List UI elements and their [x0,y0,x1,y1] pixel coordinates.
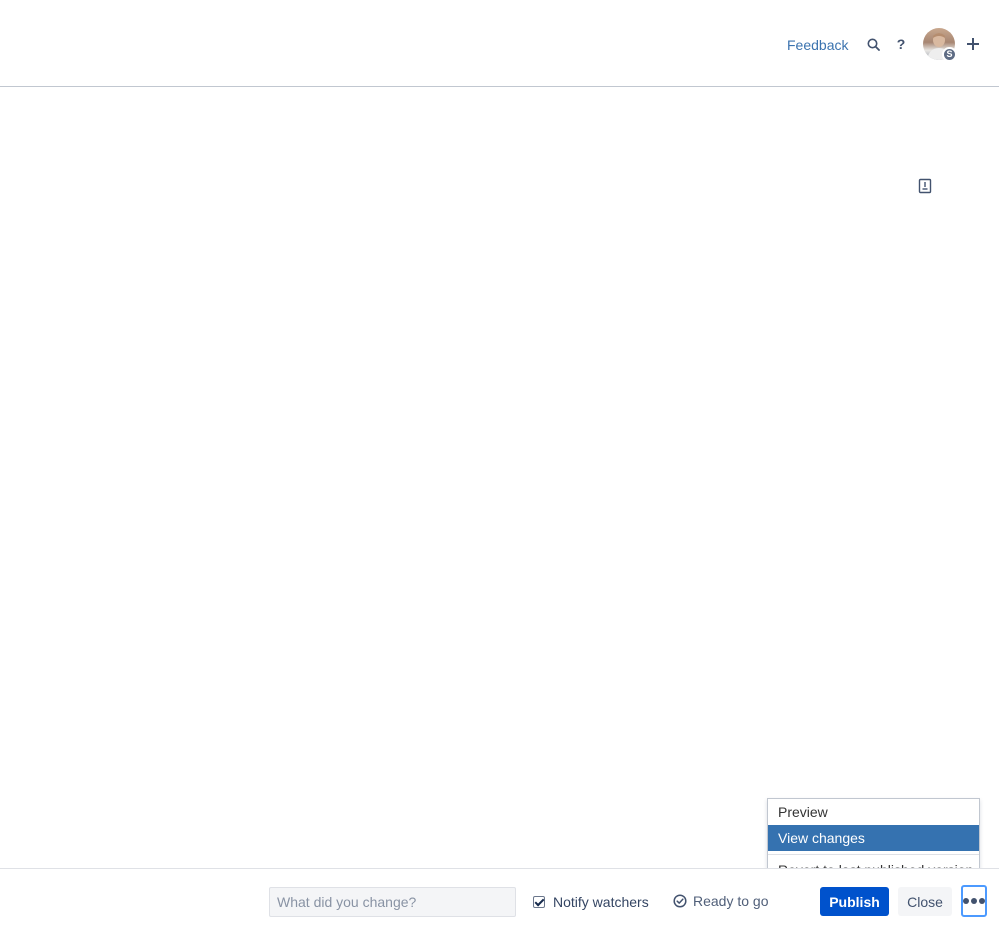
ellipsis-icon [971,898,977,904]
search-icon [867,38,880,51]
document-icon-graphic [918,178,932,194]
check-circle-icon [673,894,687,908]
more-options-button[interactable] [961,885,987,917]
ready-status-label: Ready to go [693,893,769,909]
notify-watchers-toggle[interactable]: Notify watchers [533,894,649,910]
ellipsis-icon [963,898,969,904]
editor-page: Feedback ? S Preview View changes What d… [0,0,999,934]
search-button[interactable] [864,34,882,54]
user-avatar[interactable]: S [923,28,957,62]
top-header: Feedback ? S [0,0,999,87]
feedback-link[interactable]: Feedback [787,36,848,54]
create-button[interactable] [964,34,982,54]
publish-button[interactable]: Publish [820,887,889,916]
help-button[interactable]: ? [893,34,909,54]
plus-icon [967,38,979,50]
ready-status[interactable]: Ready to go [673,893,769,909]
document-icon[interactable] [918,178,932,194]
change-comment-input[interactable] [269,887,516,917]
question-icon: ? [896,36,906,52]
menu-item-preview[interactable]: Preview [768,799,979,825]
close-button[interactable]: Close [898,887,952,916]
menu-divider [768,854,979,855]
notify-watchers-label: Notify watchers [553,894,649,910]
ellipsis-icon [979,898,985,904]
menu-item-view-changes[interactable]: View changes [768,825,979,851]
avatar-badge: S [942,47,957,62]
notify-watchers-checkbox[interactable] [533,896,545,908]
editor-footer: Notify watchers Ready to go Publish Clos… [0,868,999,934]
